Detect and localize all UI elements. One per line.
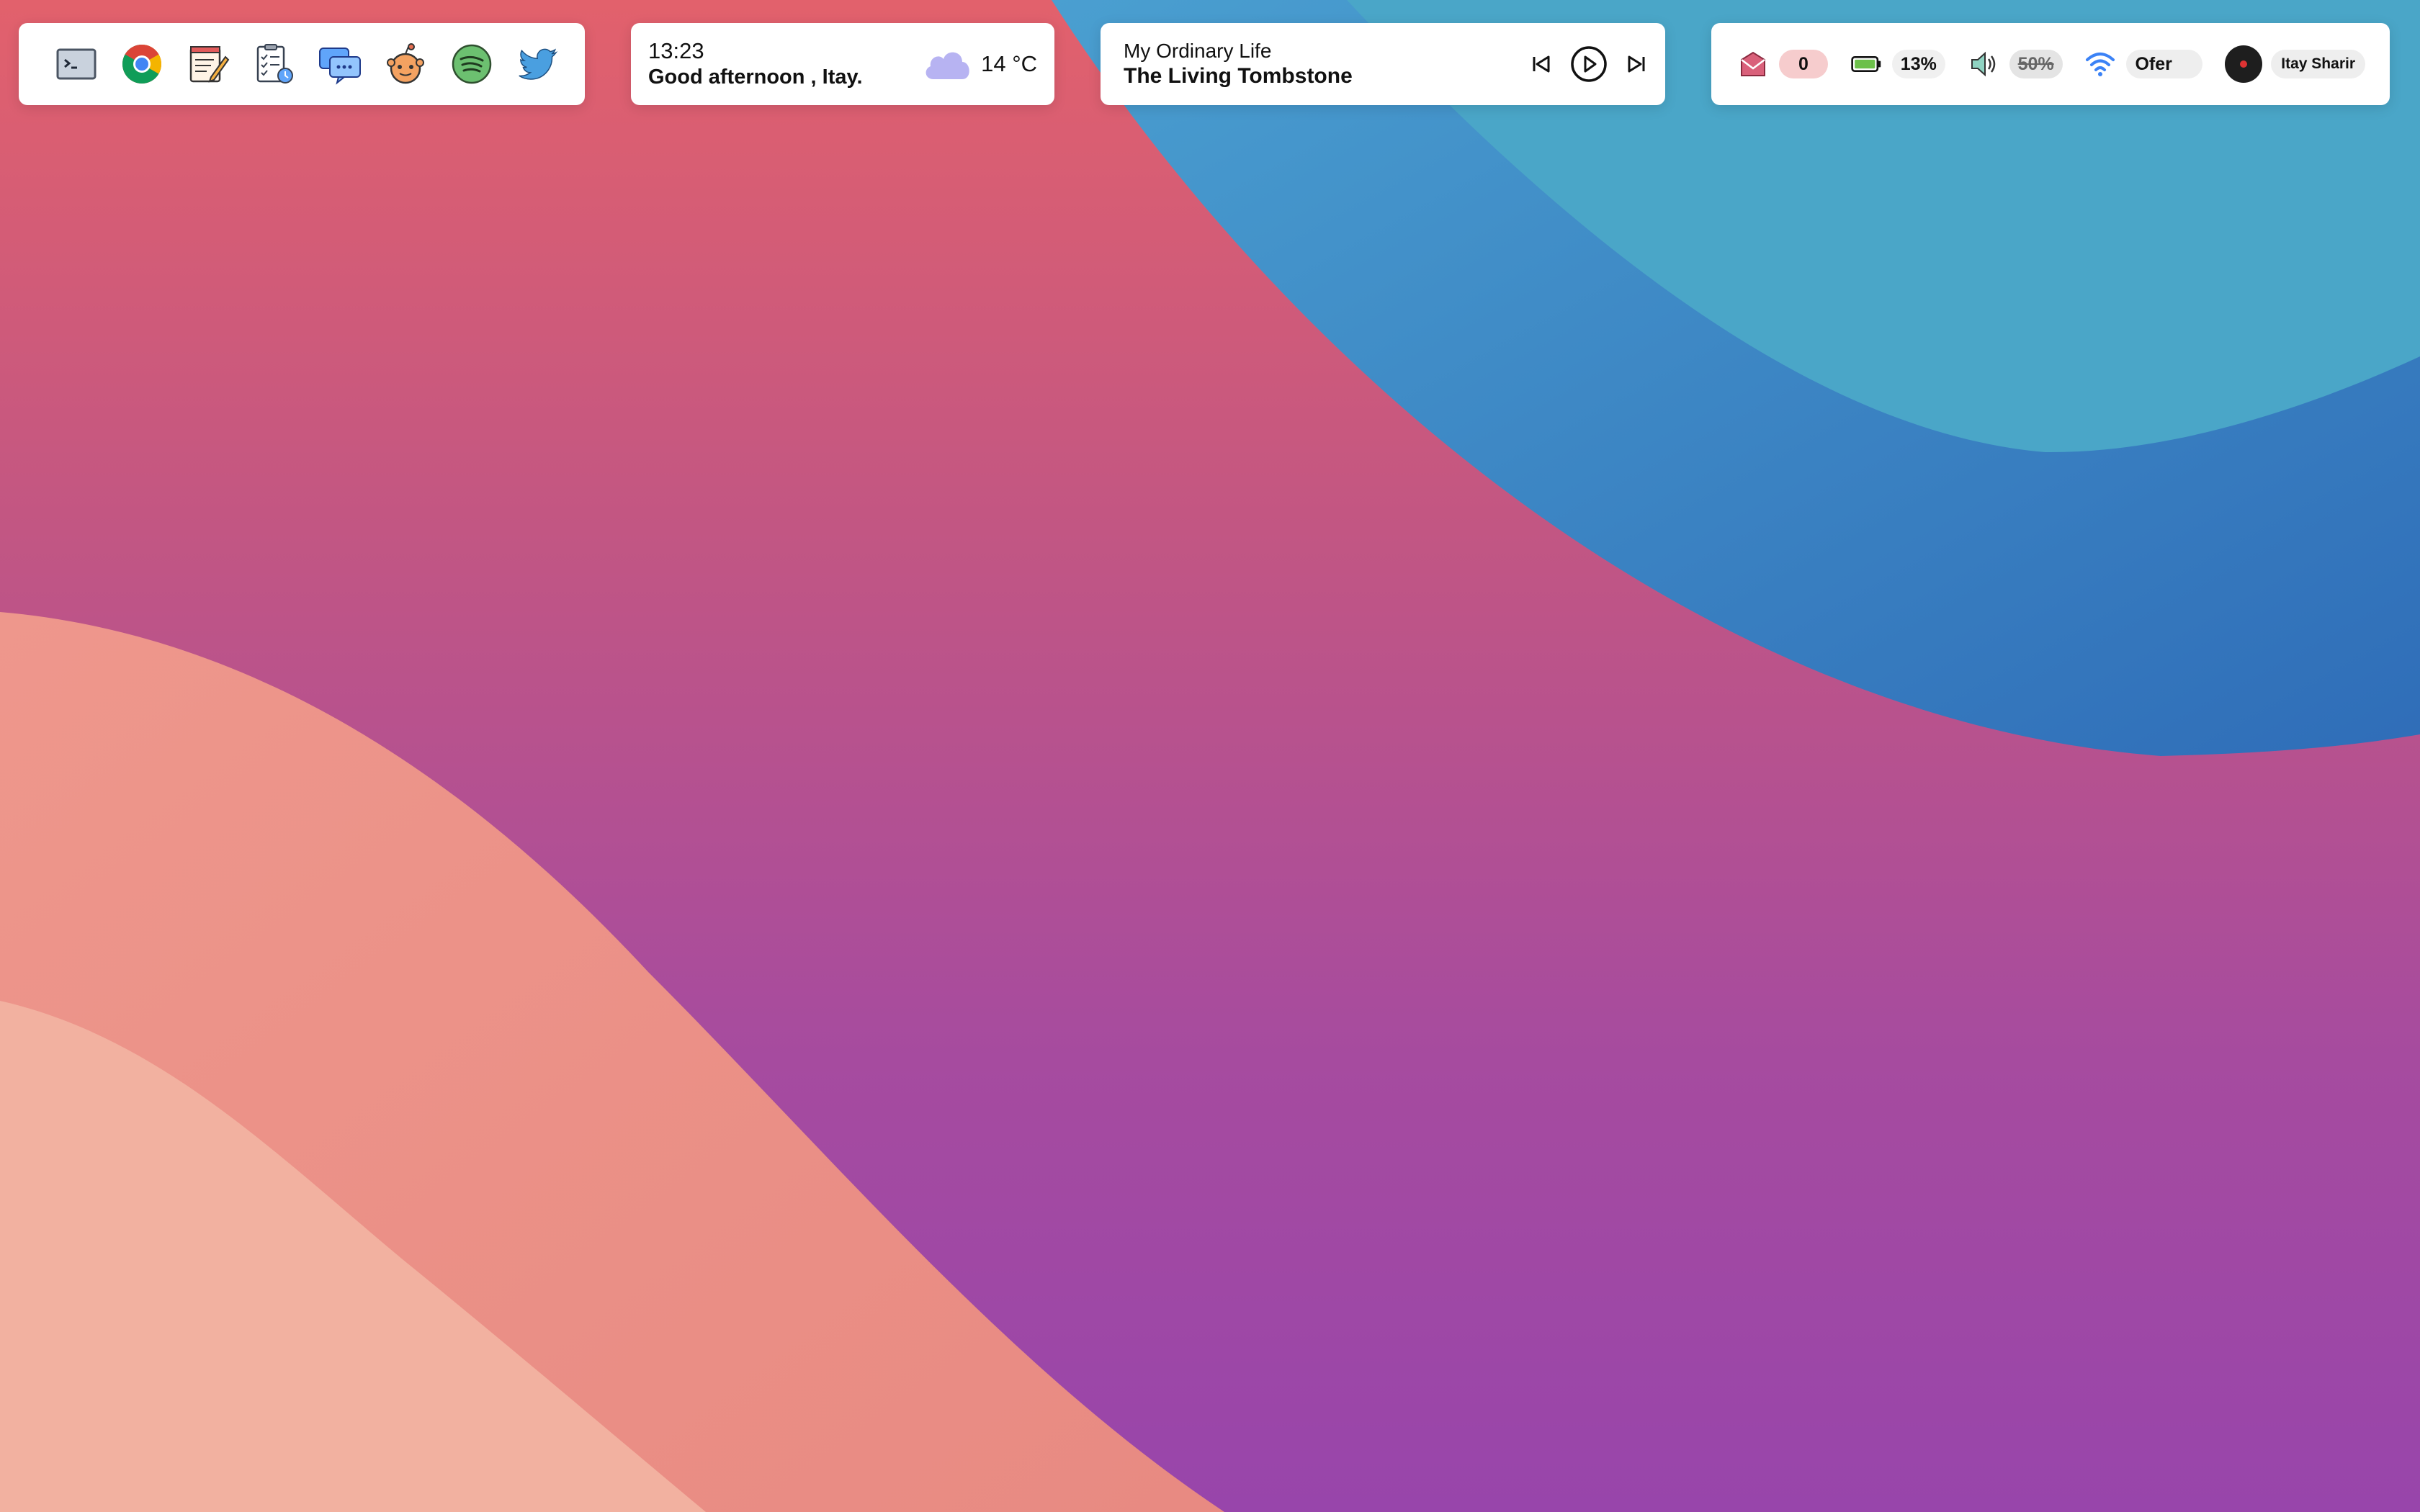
desktop-wallpaper	[0, 0, 2420, 1512]
mail-icon	[1741, 51, 1765, 76]
volume-indicator[interactable]: 50%	[1968, 48, 2063, 80]
battery-icon	[1851, 56, 1881, 72]
play-pause-button[interactable]	[1569, 44, 1609, 84]
terminal-icon	[56, 48, 97, 80]
next-track-button[interactable]	[1622, 50, 1651, 78]
avatar	[2225, 45, 2263, 83]
temperature-label: 14 °C	[981, 51, 1037, 76]
clock-weather-widget: 13:23 Good afternoon , Itay. 14 °C	[631, 23, 1054, 105]
checklist-clock-icon	[257, 44, 294, 84]
mail-count-badge: 0	[1779, 50, 1828, 78]
mail-indicator[interactable]: 0	[1737, 48, 1828, 80]
chat-launcher[interactable]	[314, 38, 366, 90]
notepad-pencil-icon	[189, 46, 230, 83]
wifi-icon	[2086, 53, 2115, 76]
twitter-launcher[interactable]	[511, 38, 563, 90]
reddit-icon	[387, 43, 425, 84]
chrome-icon	[122, 44, 162, 84]
weather-widget[interactable]: 14 °C	[920, 43, 1037, 85]
battery-level: 13%	[1891, 50, 1945, 78]
tasks-launcher[interactable]	[248, 38, 300, 90]
terminal-launcher[interactable]	[50, 38, 102, 90]
play-icon	[1571, 46, 1607, 82]
reddit-launcher[interactable]	[380, 38, 431, 90]
battery-indicator[interactable]: 13%	[1850, 48, 1945, 80]
wifi-indicator[interactable]: Ofer	[2084, 48, 2203, 80]
greeting-text: Good afternoon , Itay.	[648, 66, 863, 89]
cloud-icon	[926, 52, 969, 79]
app-launcher-bar	[19, 23, 585, 105]
user-menu[interactable]: Itay Sharir	[2225, 45, 2365, 83]
wifi-network-name: Ofer	[2126, 50, 2203, 78]
twitter-bird-icon	[519, 48, 558, 80]
spotify-launcher[interactable]	[446, 38, 498, 90]
speaker-icon	[1971, 51, 1995, 77]
chrome-launcher[interactable]	[116, 38, 168, 90]
song-title: My Ordinary Life	[1124, 40, 1272, 62]
system-tray: 0 13% 50% Ofer Itay Sharir	[1711, 23, 2390, 105]
previous-icon	[1533, 55, 1550, 73]
previous-track-button[interactable]	[1527, 50, 1556, 78]
next-icon	[1628, 55, 1645, 73]
spotify-icon	[452, 44, 491, 84]
clock-time: 13:23	[648, 38, 704, 63]
user-name: Itay Sharir	[2271, 50, 2365, 78]
notes-launcher[interactable]	[182, 38, 234, 90]
volume-level: 50%	[2009, 50, 2063, 78]
artist-name: The Living Tombstone	[1124, 64, 1353, 88]
chat-bubbles-icon	[318, 48, 361, 85]
music-player-widget: My Ordinary Life The Living Tombstone	[1101, 23, 1665, 105]
